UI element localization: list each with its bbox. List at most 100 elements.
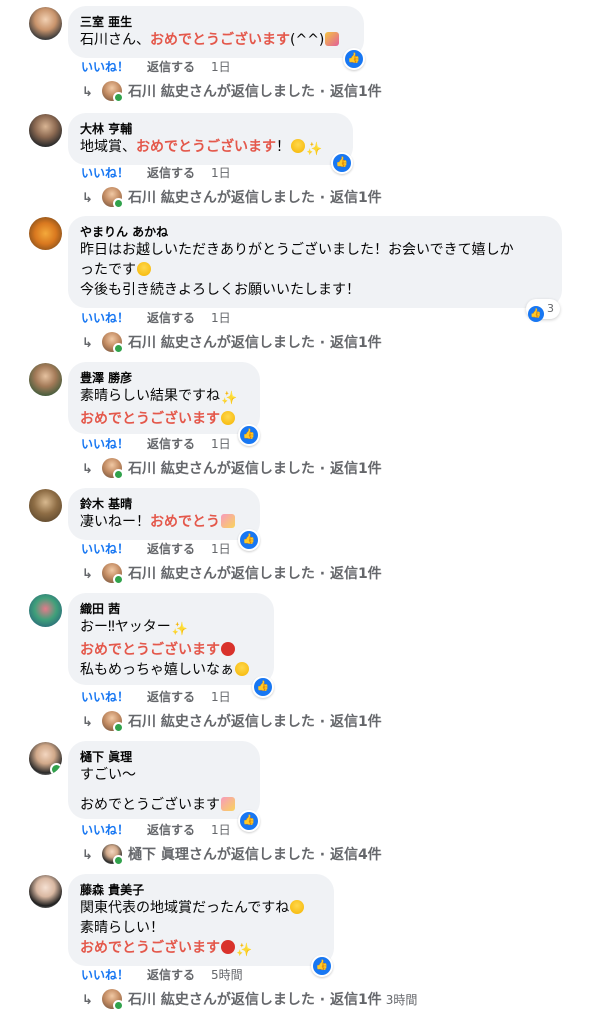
comment-text: ったです: [80, 260, 550, 280]
online-indicator: [113, 722, 124, 733]
avatar[interactable]: [29, 217, 62, 250]
thumbs-up-icon[interactable]: 👍: [311, 955, 333, 977]
comment-text: 昨日はお越しいただきありがとうございました！お会いできて嬉しか: [80, 242, 514, 258]
like-button[interactable]: いいね！: [81, 60, 129, 74]
like-button[interactable]: いいね！: [81, 823, 129, 837]
avatar[interactable]: [29, 875, 62, 908]
view-replies-link[interactable]: ↳ 石川 紘史さんが返信しました · 返信1件: [82, 711, 382, 733]
online-indicator: [113, 855, 124, 866]
comment-text: おめでとうございます ✨: [80, 938, 322, 961]
comment-text: 今後も引き続きよろしくお願いいたします！: [80, 282, 360, 298]
reply-button[interactable]: 返信する: [147, 690, 195, 704]
thumbs-up-icon[interactable]: 👍: [238, 810, 260, 832]
comment-text: 関東代表の地域賞だったんですね: [80, 898, 322, 918]
avatar[interactable]: [29, 489, 62, 522]
comment-author[interactable]: 豊澤 勝彦: [80, 370, 248, 386]
view-replies-link[interactable]: ↳ 石川 紘史さんが返信しました · 返信1件 3時間: [82, 989, 418, 1011]
comment-author[interactable]: 藤森 貴美子: [80, 882, 322, 898]
view-replies-link[interactable]: ↳ 石川 紘史さんが返信しました · 返信1件: [82, 458, 382, 480]
view-replies-link[interactable]: ↳ 石川 紘史さんが返信しました · 返信1件: [82, 81, 382, 103]
comment-actions: いいね！ 返信する 5時間: [81, 967, 243, 983]
comment-actions: いいね！ 返信する 1日: [81, 310, 231, 326]
timestamp[interactable]: 1日: [211, 437, 231, 451]
grinning-face-emoji-icon: [235, 662, 249, 676]
comment-bubble: 豊澤 勝彦 素晴らしい結果ですね✨ おめでとうございます: [68, 362, 260, 434]
view-replies-link[interactable]: ↳ 石川 紘史さんが返信しました · 返信1件: [82, 187, 382, 209]
comment-bubble: 藤森 貴美子 関東代表の地域賞だったんですね 素晴らしい！ おめでとうございます…: [68, 874, 334, 966]
reply-button[interactable]: 返信する: [147, 60, 195, 74]
comment-actions: いいね！ 返信する 1日: [81, 689, 231, 705]
sparkles-emoji-icon: ✨: [171, 622, 188, 637]
avatar: [102, 187, 124, 209]
avatar: [102, 563, 124, 585]
like-button[interactable]: いいね！: [81, 437, 129, 451]
avatar: [102, 711, 124, 733]
reply-button[interactable]: 返信する: [147, 166, 195, 180]
avatar[interactable]: [29, 742, 62, 775]
reply-button[interactable]: 返信する: [147, 311, 195, 325]
comment-actions: いいね！ 返信する 1日: [81, 822, 231, 838]
comment-bubble: 三室 亜生 石川さん、おめでとうございます(^^): [68, 6, 364, 58]
view-replies-link[interactable]: ↳ 石川 紘史さんが返信しました · 返信1件: [82, 332, 382, 354]
like-button[interactable]: いいね！: [81, 690, 129, 704]
party-popper-emoji-icon: [325, 32, 340, 46]
thumbs-up-icon[interactable]: 👍: [238, 424, 260, 446]
view-replies-link[interactable]: ↳ 樋下 眞理さんが返信しました · 返信4件: [82, 844, 382, 866]
reply-arrow-icon: ↳: [82, 567, 93, 582]
smiling-face-emoji-icon: [290, 900, 305, 914]
comment-bubble: やまりん あかね 昨日はお越しいただきありがとうございました！お会いできて嬉しか…: [68, 216, 562, 308]
comment-text: おめでとうございます: [80, 640, 262, 660]
reply-timestamp[interactable]: 3時間: [386, 993, 418, 1007]
sparkles-emoji-icon: ✨: [221, 391, 238, 406]
comment-author[interactable]: やまりん あかね: [80, 224, 550, 240]
timestamp[interactable]: 1日: [211, 311, 231, 325]
comment-author[interactable]: 三室 亜生: [80, 14, 352, 30]
reaction-count[interactable]: 👍 3: [526, 299, 560, 322]
smiling-face-emoji-icon: [137, 262, 151, 276]
timestamp[interactable]: 1日: [211, 166, 231, 180]
reply-arrow-icon: ↳: [82, 462, 93, 477]
timestamp[interactable]: 5時間: [211, 968, 243, 982]
reply-arrow-icon: ↳: [82, 848, 93, 863]
timestamp[interactable]: 1日: [211, 690, 231, 704]
comment-bubble: 樋下 眞理 すごい〜 おめでとうございます: [68, 741, 260, 819]
comment-bubble: 鈴木 基晴 凄いねー！おめでとう: [68, 488, 260, 540]
like-button[interactable]: いいね！: [81, 166, 129, 180]
thumbs-up-icon[interactable]: 👍: [238, 529, 260, 551]
like-button[interactable]: いいね！: [81, 968, 129, 982]
comment-author[interactable]: 織田 茜: [80, 601, 262, 617]
comment-author[interactable]: 鈴木 基晴: [80, 496, 248, 512]
reply-button[interactable]: 返信する: [147, 823, 195, 837]
reply-button[interactable]: 返信する: [147, 542, 195, 556]
congratulations-emoji-icon: [221, 940, 235, 954]
view-replies-link[interactable]: ↳ 石川 紘史さんが返信しました · 返信1件: [82, 563, 382, 585]
grinning-face-emoji-icon: [221, 411, 235, 425]
comment-actions: いいね！ 返信する 1日: [81, 541, 231, 557]
thumbs-up-icon[interactable]: 👍: [331, 152, 353, 174]
avatar[interactable]: [29, 594, 62, 627]
timestamp[interactable]: 1日: [211, 542, 231, 556]
reply-arrow-icon: ↳: [82, 191, 93, 206]
comment-text: 地域賞、おめでとうございます！ ✨: [80, 137, 341, 160]
comment-actions: いいね！ 返信する 1日: [81, 436, 231, 452]
avatar[interactable]: [29, 114, 62, 147]
comment-text: おめでとうございます: [80, 409, 248, 429]
avatar: [102, 458, 124, 480]
avatar: [102, 989, 124, 1011]
avatar[interactable]: [29, 363, 62, 396]
reply-arrow-icon: ↳: [82, 715, 93, 730]
thumbs-up-icon[interactable]: 👍: [252, 676, 274, 698]
like-button[interactable]: いいね！: [81, 311, 129, 325]
reply-button[interactable]: 返信する: [147, 437, 195, 451]
comment-author[interactable]: 大林 亨輔: [80, 121, 341, 137]
online-indicator: [113, 1000, 124, 1011]
thumbs-up-icon[interactable]: 👍: [343, 48, 365, 70]
like-button[interactable]: いいね！: [81, 542, 129, 556]
comment-text: すごい〜: [80, 767, 136, 783]
timestamp[interactable]: 1日: [211, 823, 231, 837]
reply-button[interactable]: 返信する: [147, 968, 195, 982]
timestamp[interactable]: 1日: [211, 60, 231, 74]
confetti-emoji-icon: [221, 514, 235, 528]
avatar[interactable]: [29, 7, 62, 40]
comment-author[interactable]: 樋下 眞理: [80, 749, 248, 765]
